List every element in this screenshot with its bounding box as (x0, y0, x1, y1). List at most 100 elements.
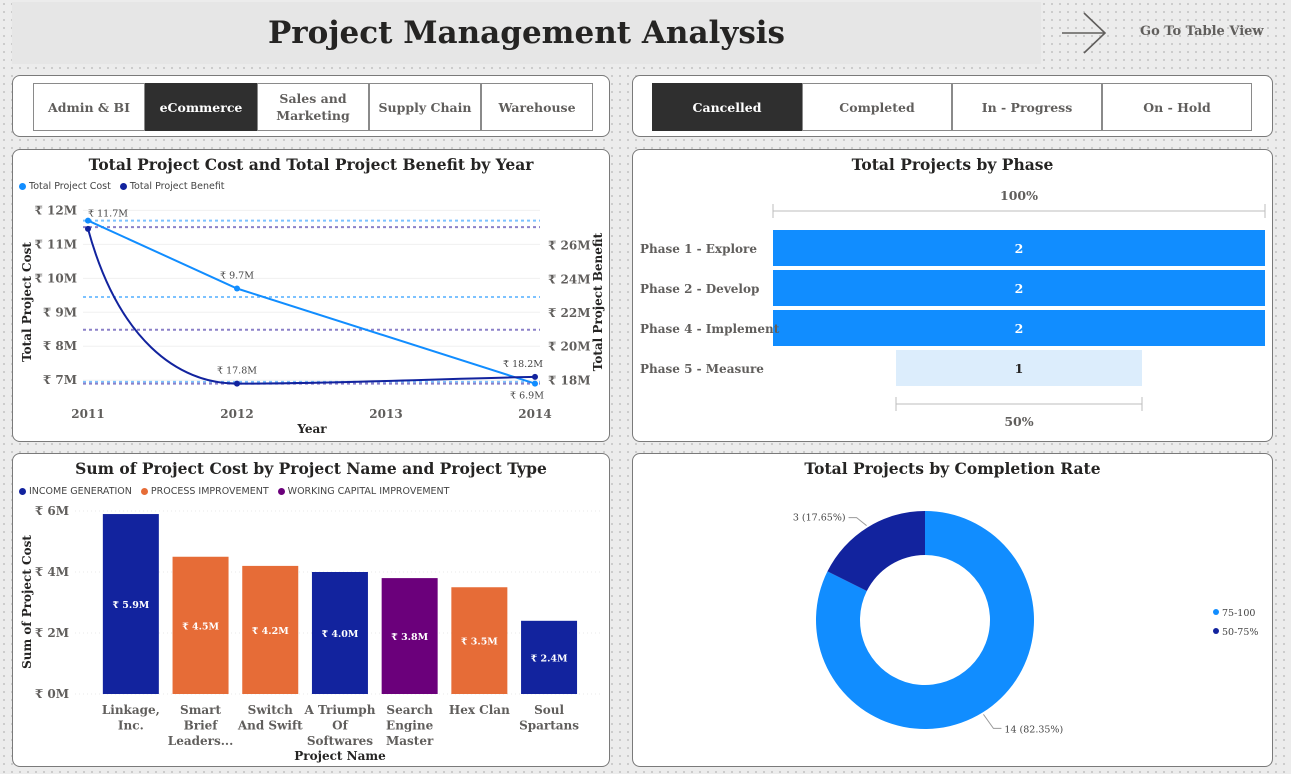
donut-data-label: 14 (82.35%) (1004, 724, 1063, 735)
data-point-total-project-cost[interactable] (234, 285, 240, 292)
x-tick-label: Soul Spartans (519, 703, 579, 733)
percent-label-bottom: 50% (1004, 414, 1033, 429)
slicer-status-completed[interactable]: Completed (802, 83, 952, 131)
phase-value-label: 2 (1015, 281, 1024, 296)
phase-chart-panel: Total Projects by Phase 100% 2 Phase 1 - E… (632, 149, 1273, 442)
slicer-department-admin-bi[interactable]: Admin & BI (33, 83, 145, 131)
slicer-department-sales-and-marketing[interactable]: Sales and Marketing (257, 83, 369, 131)
data-label-total-project-cost: ₹ 11.7M (88, 209, 128, 220)
phase-category-label: Phase 5 - Measure (640, 362, 764, 376)
y-axis-title: Sum of Project Cost (20, 535, 34, 669)
slicer-department-label: Warehouse (498, 99, 576, 115)
slicer-status-on-hold[interactable]: On - Hold (1102, 83, 1252, 131)
y2-tick-label: ₹ 18M (548, 373, 591, 387)
slicer-status-label: Completed (839, 99, 915, 115)
legend-marker (1213, 609, 1219, 615)
data-label-total-project-cost: ₹ 6.9M (510, 391, 544, 402)
phase-funnel-chart: 100% 2 Phase 1 - Explore 2 Phase 2 - Develop… (640, 188, 1266, 429)
arrow-right-icon[interactable] (1060, 10, 1108, 56)
x-tick-label: Hex Clan (449, 703, 510, 717)
phase-value-label: 2 (1015, 321, 1024, 336)
legend-item-75-100[interactable]: 75-100 (1213, 608, 1255, 619)
bar-value-label: ₹ 4.5M (182, 621, 219, 632)
x-axis-title: Project Name (294, 749, 386, 763)
bar-value-label: ₹ 4.2M (252, 626, 289, 637)
percent-label-top: 100% (1000, 188, 1038, 203)
bar-value-label: ₹ 4.0M (321, 629, 358, 640)
series-line-total-project-cost (87, 219, 536, 385)
y-tick-label: ₹ 7M (43, 373, 77, 387)
y-tick-label: ₹ 9M (43, 305, 77, 319)
slicer-department-label: Supply Chain (378, 99, 472, 115)
x-tick-label: Smart Brief Leaders... (168, 703, 233, 748)
x-tick-label: A Triumph Of Softwares (303, 703, 375, 748)
y-tick-label: ₹ 12M (34, 203, 77, 217)
phase-value-label: 2 (1015, 241, 1024, 256)
y-tick-label: ₹ 0M (35, 687, 69, 701)
phase-category-label: Phase 2 - Develop (640, 282, 759, 296)
bar-value-label: ₹ 3.8M (391, 632, 428, 643)
slicer-department-label: Sales and Marketing (276, 91, 350, 123)
bar-value-label: ₹ 3.5M (461, 637, 498, 648)
slicer-status-label: Cancelled (692, 99, 762, 115)
slicer-department-label: Admin & BI (48, 99, 130, 115)
leader-line (983, 714, 1002, 729)
phase-value-label: 1 (1015, 361, 1024, 376)
y-tick-label: ₹ 4M (35, 565, 69, 579)
legend-label: 50-75% (1222, 627, 1258, 638)
phase-category-label: Phase 1 - Explore (640, 242, 757, 256)
slicer-status-cancelled[interactable]: Cancelled (652, 83, 802, 131)
legend-marker (1213, 628, 1219, 634)
legend-label: 75-100 (1222, 608, 1255, 619)
y2-tick-label: ₹ 24M (548, 272, 591, 286)
x-tick-label: 2013 (369, 407, 402, 421)
donut-chart: 14 (82.35%) 3 (17.65%) 75-100 50-75% (793, 511, 1258, 735)
data-point-total-project-benefit[interactable] (85, 225, 91, 232)
slicer-department-warehouse[interactable]: Warehouse (481, 83, 593, 131)
completion-chart-panel: Total Projects by Completion Rate 14 (82… (632, 453, 1273, 767)
y2-tick-label: ₹ 22M (548, 306, 591, 320)
table-view-link[interactable]: Go To Table View (1140, 24, 1270, 44)
data-point-total-project-cost[interactable] (532, 380, 538, 387)
data-point-total-project-benefit[interactable] (532, 373, 538, 380)
legend-item-50-75[interactable]: 50-75% (1213, 627, 1258, 638)
x-axis-title: Year (296, 422, 327, 436)
x-tick-label: Search Engine Master (386, 703, 434, 748)
data-label-total-project-benefit: ₹ 17.8M (217, 366, 257, 377)
data-label-total-project-benefit: ₹ 18.2M (503, 359, 543, 370)
y2-tick-label: ₹ 20M (548, 340, 591, 354)
y-tick-label: ₹ 11M (34, 237, 77, 251)
y-tick-label: ₹ 8M (43, 339, 77, 353)
phase-category-label: Phase 4 - Implement (640, 322, 780, 336)
slicer-department-supply-chain[interactable]: Supply Chain (369, 83, 481, 131)
data-label-total-project-cost: ₹ 9.7M (220, 271, 254, 282)
slicer-status-label: In - Progress (981, 99, 1073, 115)
status-slicer: Cancelled Completed In - Progress On - Hold (652, 83, 1252, 131)
y-tick-label: ₹ 6M (35, 504, 69, 518)
leader-line (848, 517, 867, 527)
department-slicer-panel: Admin & BI eCommerce Sales and Marketing Su… (12, 75, 610, 137)
cost-benefit-chart-panel: Total Project Cost and Total Project Ben… (12, 149, 610, 442)
column-chart: ₹ 6M ₹ 4M ₹ 2M ₹ 0M Sum of Project Cost Proje… (20, 504, 601, 763)
slicer-department-ecommerce[interactable]: eCommerce (145, 83, 257, 131)
page-title: Project Management Analysis (12, 2, 1041, 64)
project-cost-chart-panel: Sum of Project Cost by Project Name and … (12, 453, 610, 767)
x-tick-label: 2011 (71, 407, 104, 421)
y2-tick-label: ₹ 26M (548, 239, 591, 253)
slicer-status-label: On - Hold (1143, 99, 1211, 115)
x-tick-label: Linkage, Inc. (102, 703, 160, 733)
x-tick-label: Switch And Swift (237, 703, 303, 733)
y-tick-label: ₹ 10M (34, 271, 77, 285)
donut-data-label: 3 (17.65%) (793, 513, 846, 524)
slicer-department-label: eCommerce (159, 99, 243, 115)
x-tick-label: 2014 (518, 407, 551, 421)
slicer-status-in-progress[interactable]: In - Progress (952, 83, 1102, 131)
line-chart: ₹ 12M ₹ 11M ₹ 10M ₹ 9M ₹ 8M ₹ 7M ₹ 26M ₹ 24M ₹ 2… (20, 203, 605, 436)
bar-value-label: ₹ 2.4M (531, 653, 568, 664)
y-axis-title: Total Project Cost (20, 242, 34, 362)
bar-value-label: ₹ 5.9M (112, 600, 149, 611)
status-slicer-panel: Cancelled Completed In - Progress On - Hold (632, 75, 1273, 137)
data-point-total-project-benefit[interactable] (234, 380, 240, 387)
y-tick-label: ₹ 2M (35, 626, 69, 640)
y2-axis-title: Total Project Benefit (591, 232, 605, 371)
